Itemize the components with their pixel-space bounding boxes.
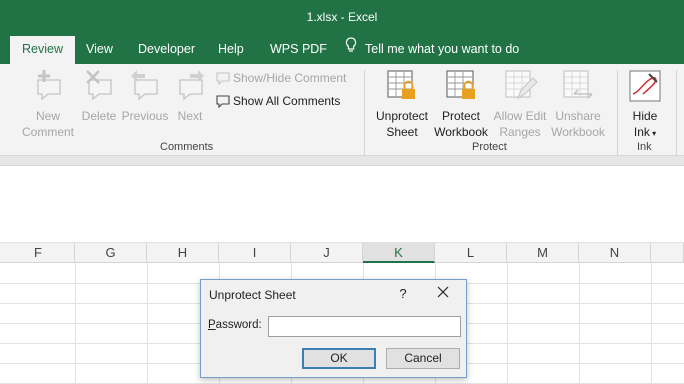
ink-group-label: Ink	[637, 141, 652, 153]
comments-group-label: Comments	[160, 141, 214, 153]
unshare-workbook-icon	[563, 70, 593, 99]
tab-view[interactable]: View	[74, 36, 125, 64]
column-header[interactable]: G	[75, 243, 147, 263]
column-header[interactable]: H	[147, 243, 219, 263]
column-header[interactable]: J	[291, 243, 363, 263]
new-comment-icon	[37, 70, 61, 101]
delete-comment-button[interactable]: Delete	[78, 68, 120, 124]
formula-area	[0, 167, 684, 243]
column-headers: F G H I J K L M N	[0, 243, 684, 263]
column-header-selected[interactable]: K	[363, 243, 435, 263]
allow-edit-ranges-icon	[505, 70, 538, 100]
show-hide-comment-button[interactable]: Show/Hide Comment	[216, 69, 346, 87]
tab-review[interactable]: Review	[10, 36, 75, 64]
help-button[interactable]: ?	[393, 284, 413, 304]
ribbon-bottom-strip	[0, 156, 684, 166]
window-title: 1.xlsx - Excel	[306, 10, 378, 24]
ok-button[interactable]: OK	[302, 348, 376, 369]
unprotect-sheet-dialog: Unprotect Sheet ? Password: OK Cancel	[200, 279, 467, 378]
close-icon	[437, 286, 449, 298]
protect-workbook-icon	[446, 70, 475, 99]
protect-group-label: Protect	[472, 141, 507, 153]
ribbon-tabs: Review View Developer Help WPS PDF Tell …	[0, 36, 684, 64]
tab-developer[interactable]: Developer	[126, 36, 207, 64]
password-label: Password:	[208, 319, 262, 331]
delete-comment-icon	[86, 70, 112, 101]
tell-me-box[interactable]: Tell me what you want to do	[345, 36, 519, 64]
next-comment-icon	[179, 70, 204, 101]
next-comment-button[interactable]: Next	[170, 68, 210, 124]
new-comment-button[interactable]: New Comment	[16, 68, 80, 140]
lightbulb-icon	[345, 36, 357, 63]
column-header[interactable]	[651, 243, 684, 263]
column-header[interactable]: I	[219, 243, 291, 263]
cancel-button[interactable]: Cancel	[386, 348, 460, 369]
show-all-comments-button[interactable]: Show All Comments	[216, 92, 340, 110]
group-divider	[364, 70, 365, 156]
chevron-down-icon: ▾	[649, 129, 657, 138]
column-header[interactable]: L	[435, 243, 507, 263]
show-hide-comment-icon	[216, 72, 230, 86]
ribbon: New Comment Delete Previous Next Show/Hi…	[0, 64, 684, 156]
title-bar: 1.xlsx - Excel	[0, 0, 684, 36]
unprotect-sheet-button[interactable]: Unprotect Sheet	[372, 68, 432, 140]
group-divider	[676, 70, 677, 156]
show-all-comments-icon	[216, 95, 230, 109]
dialog-title: Unprotect Sheet	[209, 288, 296, 302]
group-divider	[617, 70, 618, 156]
password-field[interactable]	[268, 316, 461, 337]
previous-comment-button[interactable]: Previous	[120, 68, 170, 124]
allow-edit-ranges-button[interactable]: Allow Edit Ranges	[490, 68, 550, 140]
tab-help[interactable]: Help	[206, 36, 256, 64]
unshare-workbook-button[interactable]: Unshare Workbook	[548, 68, 608, 140]
tell-me-label: Tell me what you want to do	[365, 42, 520, 56]
column-header[interactable]: M	[507, 243, 579, 263]
hide-ink-button[interactable]: Hide Ink ▾	[624, 68, 666, 142]
column-header[interactable]: F	[2, 243, 75, 263]
protect-workbook-button[interactable]: Protect Workbook	[430, 68, 492, 140]
unprotect-sheet-icon	[387, 70, 415, 99]
column-header[interactable]: N	[579, 243, 651, 263]
hide-ink-icon	[629, 70, 661, 102]
previous-comment-icon	[131, 70, 158, 101]
tab-wps-pdf[interactable]: WPS PDF	[258, 36, 339, 64]
close-button[interactable]	[431, 284, 455, 304]
